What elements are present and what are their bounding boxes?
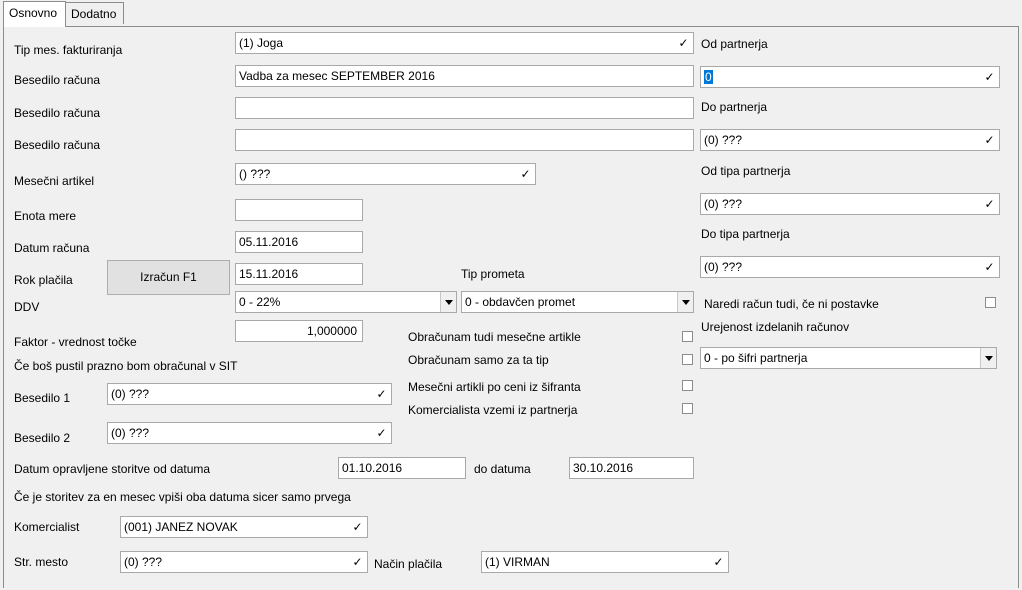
tip-prometa-label: Tip prometa: [461, 267, 525, 281]
datum-storitve-label: Datum opravljene storitve od datuma: [14, 462, 211, 476]
besedilo-1-label: Besedilo 1: [14, 391, 71, 405]
od-partnerja-selected-text: 0: [704, 70, 713, 84]
chevron-down-icon[interactable]: [677, 292, 693, 312]
tip-mes-fakturiranja-label: Tip mes. fakturiranja: [14, 43, 123, 57]
do-tipa-partnerja-field[interactable]: (0) ??? ✓: [700, 256, 1000, 278]
nacin-placila-field[interactable]: (1) VIRMAN ✓: [481, 551, 729, 573]
str-mesto-field[interactable]: (0) ??? ✓: [120, 551, 368, 573]
besedilo-racuna-label-2: Besedilo računa: [14, 106, 101, 120]
od-partnerja-value: 0: [704, 67, 977, 87]
checkbox-label-samo-ta-tip: Obračunam samo za ta tip: [408, 353, 549, 367]
str-mesto-label: Str. mesto: [14, 555, 69, 569]
urejenost-label: Urejenost izdelanih računov: [701, 320, 850, 334]
do-partnerja-value: (0) ???: [704, 133, 743, 147]
datum-storitve-do-value: 30.10.2016: [573, 461, 634, 475]
lookup-check-icon[interactable]: ✓: [373, 424, 390, 442]
od-tipa-partnerja-label: Od tipa partnerja: [701, 164, 791, 178]
tip-prometa-value: 0 - obdavčen promet: [465, 295, 576, 309]
sit-note: Če boš pustil prazno bom obračunal v SIT: [14, 359, 238, 373]
datum-racuna-input[interactable]: 05.11.2016: [235, 231, 363, 253]
besedilo-1-value: (0) ???: [111, 387, 150, 401]
chevron-down-icon[interactable]: [440, 292, 456, 312]
lookup-check-icon[interactable]: ✓: [710, 553, 727, 571]
od-tipa-partnerja-value: (0) ???: [704, 197, 743, 211]
datum-storitve-do-input[interactable]: 30.10.2016: [569, 457, 694, 479]
faktor-value: 1,000000: [306, 324, 357, 338]
izracun-button[interactable]: Izračun F1: [107, 260, 230, 295]
besedilo-racuna-value-1: Vadba za mesec SEPTEMBER 2016: [239, 69, 435, 83]
tip-mes-fakturiranja-field[interactable]: (1) Joga ✓: [235, 32, 694, 54]
besedilo-racuna-input-3[interactable]: [235, 129, 694, 151]
checkbox-mesecne-artikle[interactable]: [682, 331, 693, 342]
datum-storitve-od-value: 01.10.2016: [342, 461, 403, 475]
naredi-racun-label: Naredi račun tudi, če ni postavke: [704, 297, 879, 311]
tab-osnovno[interactable]: Osnovno: [3, 1, 66, 27]
datum-racuna-label: Datum računa: [14, 241, 90, 255]
komercialist-field[interactable]: (001) JANEZ NOVAK ✓: [120, 516, 368, 538]
chevron-down-icon[interactable]: [980, 348, 996, 368]
checkbox-komercialista[interactable]: [682, 403, 693, 414]
rok-placila-input[interactable]: 15.11.2016: [235, 263, 363, 285]
mesecni-artikel-value: () ???: [239, 167, 271, 181]
besedilo-racuna-label-3: Besedilo računa: [14, 138, 101, 152]
do-datuma-label: do datuma: [474, 462, 531, 476]
nacin-placila-label: Način plačila: [374, 557, 443, 571]
checkbox-label-komercialista: Komercialista vzemi iz partnerja: [408, 403, 578, 417]
lookup-check-icon[interactable]: ✓: [981, 258, 998, 276]
ddv-value: 0 - 22%: [239, 295, 281, 309]
checkbox-naredi-racun[interactable]: [985, 297, 996, 308]
checkbox-po-ceni[interactable]: [682, 380, 693, 391]
tab-dodatno[interactable]: Dodatno: [65, 2, 124, 24]
do-tipa-partnerja-value: (0) ???: [704, 260, 743, 274]
do-partnerja-label: Do partnerja: [701, 100, 768, 114]
faktor-input[interactable]: 1,000000: [235, 320, 363, 342]
lookup-check-icon[interactable]: ✓: [981, 131, 998, 149]
enota-mere-input[interactable]: [235, 199, 363, 221]
do-tipa-partnerja-label: Do tipa partnerja: [701, 227, 790, 241]
besedilo-racuna-input-2[interactable]: [235, 97, 694, 119]
besedilo-racuna-label-1: Besedilo računa: [14, 73, 101, 87]
lookup-check-icon[interactable]: ✓: [349, 553, 366, 571]
besedilo-2-label: Besedilo 2: [14, 431, 71, 445]
checkbox-label-po-ceni: Mesečni artikli po ceni iz šifranta: [408, 380, 581, 394]
lookup-check-icon[interactable]: ✓: [349, 518, 366, 536]
mesecni-artikel-field[interactable]: () ??? ✓: [235, 163, 536, 185]
besedilo-1-field[interactable]: (0) ??? ✓: [107, 383, 392, 405]
enota-mere-label: Enota mere: [14, 209, 77, 223]
ddv-select[interactable]: 0 - 22%: [235, 291, 457, 313]
lookup-check-icon[interactable]: ✓: [981, 68, 998, 86]
tip-prometa-select[interactable]: 0 - obdavčen promet: [461, 291, 694, 313]
lookup-check-icon[interactable]: ✓: [517, 165, 534, 183]
checkbox-samo-ta-tip[interactable]: [682, 354, 693, 365]
mesecni-artikel-label: Mesečni artikel: [14, 174, 95, 188]
od-tipa-partnerja-field[interactable]: (0) ??? ✓: [700, 193, 1000, 215]
tip-mes-fakturiranja-value: (1) Joga: [239, 36, 284, 50]
checkbox-label-mesecne-artikle: Obračunam tudi mesečne artikle: [408, 330, 581, 344]
str-mesto-value: (0) ???: [124, 555, 163, 569]
nacin-placila-value: (1) VIRMAN: [485, 555, 550, 569]
storitev-note: Če je storitev za en mesec vpiši oba dat…: [14, 490, 351, 504]
datum-storitve-od-input[interactable]: 01.10.2016: [338, 457, 466, 479]
urejenost-select[interactable]: 0 - po šifri partnerja: [700, 347, 997, 369]
komercialist-label: Komercialist: [14, 520, 80, 534]
rok-placila-value: 15.11.2016: [239, 267, 299, 281]
od-partnerja-field[interactable]: 0 ✓: [700, 66, 1000, 88]
urejenost-value: 0 - po šifri partnerja: [704, 351, 808, 365]
lookup-check-icon[interactable]: ✓: [675, 34, 692, 52]
datum-racuna-value: 05.11.2016: [239, 235, 299, 249]
besedilo-2-field[interactable]: (0) ??? ✓: [107, 422, 392, 444]
besedilo-2-value: (0) ???: [111, 426, 150, 440]
do-partnerja-field[interactable]: (0) ??? ✓: [700, 129, 1000, 151]
faktor-label: Faktor - vrednost točke: [14, 335, 137, 349]
od-partnerja-label: Od partnerja: [701, 37, 768, 51]
lookup-check-icon[interactable]: ✓: [981, 195, 998, 213]
rok-placila-label: Rok plačila: [14, 273, 73, 287]
besedilo-racuna-input-1[interactable]: Vadba za mesec SEPTEMBER 2016: [235, 65, 694, 87]
komercialist-value: (001) JANEZ NOVAK: [124, 520, 238, 534]
ddv-label: DDV: [14, 300, 40, 314]
lookup-check-icon[interactable]: ✓: [373, 385, 390, 403]
